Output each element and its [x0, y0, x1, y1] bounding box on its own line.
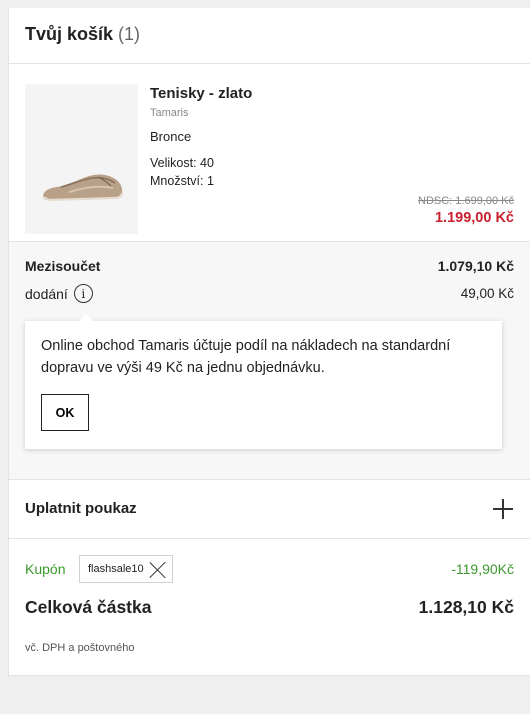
total-value: 1.128,10 Kč — [418, 597, 514, 617]
shipping-row: dodání i 49,00 Kč — [25, 284, 514, 303]
coupon-code: flashsale10 — [88, 563, 144, 575]
voucher-label[interactable]: Uplatnit poukaz — [25, 500, 137, 517]
sale-price: 1.199,00 Kč — [434, 210, 514, 226]
cart-title: Tvůj košík — [25, 24, 114, 44]
vat-note: vč. DPH a poštovného — [25, 642, 135, 654]
product-brand: Tamaris — [150, 107, 189, 119]
cart-panel: Tvůj košík (1) Tenisky - zlato Tamaris B… — [8, 8, 530, 676]
product-quantity: Množství: 1 — [150, 174, 214, 188]
info-icon[interactable]: i — [73, 284, 93, 303]
cart-item: Tenisky - zlato Tamaris Bronce Velikost:… — [9, 64, 530, 242]
shipping-value: 49,00 Kč — [460, 286, 514, 301]
old-price: NDSC: 1.699,00 Kč — [418, 195, 514, 207]
shipping-tooltip: Online obchod Tamaris účtuje podíl na ná… — [25, 314, 502, 449]
shipping-label: dodání — [25, 285, 68, 302]
coupon-label: Kupón — [25, 561, 66, 577]
sneaker-icon — [42, 174, 124, 202]
cart-header: Tvůj košík (1) — [9, 8, 530, 64]
voucher-row[interactable]: Uplatnit poukaz — [9, 480, 530, 539]
plus-icon[interactable] — [492, 498, 514, 520]
product-color: Bronce — [150, 129, 192, 144]
product-image[interactable] — [25, 84, 138, 234]
coupon-discount: -119,90Kč — [451, 561, 514, 577]
totals-section: Kupón flashsale10 -119,90Kč Celková část… — [9, 539, 530, 674]
cart-count: (1) — [118, 24, 141, 44]
subtotal-row: Mezisoučet 1.079,10 Kč — [25, 258, 514, 274]
item-info: Tenisky - zlato Tamaris Bronce Velikost:… — [150, 84, 252, 190]
tooltip-text: Online obchod Tamaris účtuje podíl na ná… — [41, 338, 451, 376]
subtotal-value: 1.079,10 Kč — [437, 258, 514, 274]
total-label: Celková částka — [25, 597, 152, 617]
item-prices: NDSC: 1.699,00 Kč 1.199,00 Kč — [418, 195, 514, 226]
summary-section: Mezisoučet 1.079,10 Kč dodání i 49,00 Kč… — [9, 242, 530, 480]
product-size: Velikost: 40 — [150, 156, 214, 170]
subtotal-label: Mezisoučet — [25, 258, 101, 274]
coupon-chip: flashsale10 — [79, 555, 173, 583]
product-name[interactable]: Tenisky - zlato — [150, 84, 252, 103]
ok-button[interactable]: OK — [41, 394, 89, 431]
close-icon[interactable] — [148, 559, 168, 579]
